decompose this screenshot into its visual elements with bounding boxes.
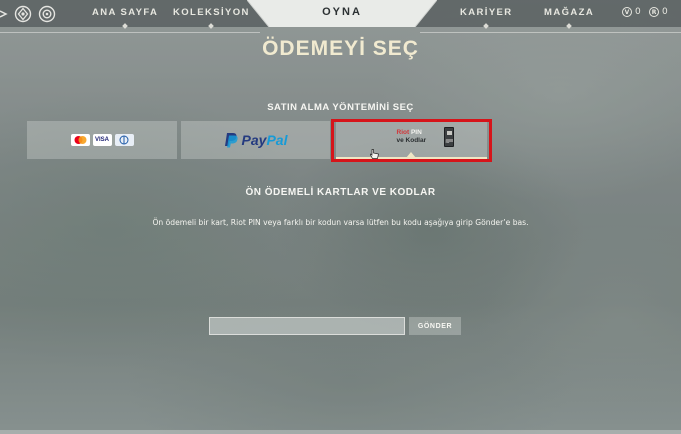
purchase-method-label: SATIN ALMA YÖNTEMİNİ SEÇ (267, 102, 414, 113)
radianite-points-icon: R (649, 7, 659, 17)
nav-play-tab[interactable]: OYNA (247, 0, 437, 27)
radianite-points-value: 0 (662, 7, 668, 17)
nav-collection[interactable]: KOLEKSİYON (173, 7, 250, 29)
bottom-bar (0, 430, 681, 434)
valorant-points-value: 0 (635, 7, 641, 17)
diners-club-icon (114, 134, 134, 146)
paypal-label-pal: Pal (266, 132, 288, 148)
paypal-icon (224, 133, 238, 148)
prepaid-description: Ön ödemeli bir kart, Riot PIN veya farkl… (152, 218, 529, 227)
visa-icon: VISA (92, 134, 112, 146)
submit-button[interactable]: GÖNDER (409, 317, 461, 335)
paypal-label: PayPal (242, 132, 288, 148)
valorant-points[interactable]: V 0 (622, 7, 641, 17)
nav-store-label: MAĞAZA (544, 7, 595, 18)
nav-career[interactable]: KARİYER (460, 7, 513, 29)
nav-left-icons (0, 4, 62, 23)
code-input[interactable] (209, 317, 405, 335)
valorant-points-icon: V (622, 7, 632, 17)
mastercard-icon (70, 134, 90, 146)
page-title: ÖDEMEYİ SEÇ (262, 37, 419, 60)
selection-highlight-box (331, 119, 492, 162)
nav-store[interactable]: MAĞAZA (544, 7, 595, 29)
decorative-line (0, 32, 260, 33)
payment-option-cards[interactable]: VISA (27, 121, 177, 159)
blurred-background (0, 0, 681, 434)
top-navigation-bar: ANA SAYFA KOLEKSİYON OYNA KARİYER MAĞAZA… (0, 0, 681, 29)
paypal-label-pay: Pay (241, 132, 267, 148)
nav-play-label: OYNA (322, 6, 362, 18)
menu-arrow-icon[interactable] (0, 5, 8, 23)
friends-icon[interactable] (14, 5, 32, 23)
nav-home-label: ANA SAYFA (92, 7, 159, 18)
radianite-points[interactable]: R 0 (649, 7, 668, 17)
payment-option-paypal[interactable]: PayPal (181, 121, 330, 159)
nav-collection-label: KOLEKSİYON (173, 7, 250, 18)
decorative-line (420, 32, 681, 33)
nav-home[interactable]: ANA SAYFA (92, 7, 159, 29)
prepaid-section-title: ÖN ÖDEMELİ KARTLAR VE KODLAR (245, 187, 436, 198)
nav-career-label: KARİYER (460, 7, 513, 18)
settings-icon[interactable] (38, 5, 56, 23)
